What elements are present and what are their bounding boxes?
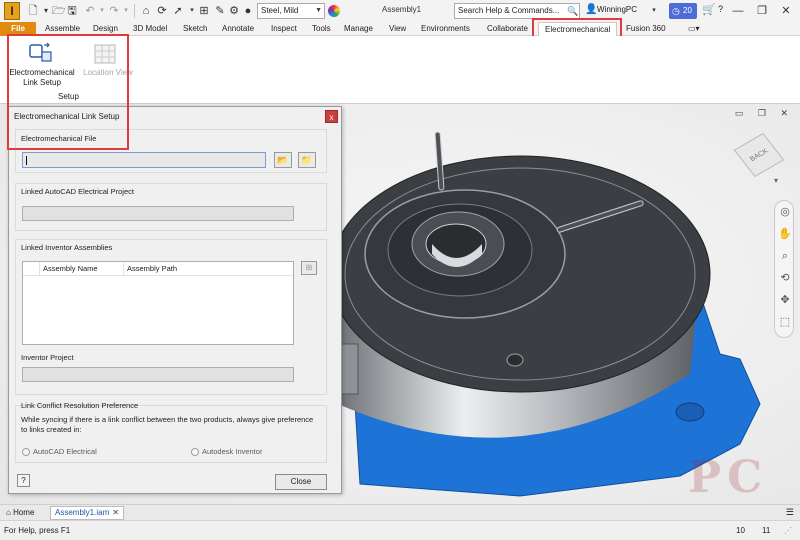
linked-autocad-field xyxy=(22,206,294,221)
viewcube-menu-icon[interactable]: ▾ xyxy=(774,176,778,185)
tab-environments[interactable]: Environments xyxy=(421,22,470,36)
steering-wheel-icon[interactable]: ◎ xyxy=(778,205,792,219)
tab-manage[interactable]: Manage xyxy=(344,22,373,36)
look-at-icon[interactable]: ✥ xyxy=(778,293,792,307)
label-linked-autocad: Linked AutoCAD Electrical Project xyxy=(21,187,134,196)
dialog-help-button[interactable]: ? xyxy=(17,474,30,487)
gear-icon[interactable]: ⚙ xyxy=(228,4,240,18)
toolbar-separator xyxy=(134,4,135,18)
clock-icon: ◷ xyxy=(672,6,680,16)
link-conflict-description: While syncing if there is a link conflic… xyxy=(21,415,314,434)
highlight-link-setup xyxy=(7,34,129,150)
tab-annotate[interactable]: Annotate xyxy=(222,22,254,36)
list-header: Assembly Name Assembly Path xyxy=(23,262,293,276)
tab-list-menu-icon[interactable]: ☰ xyxy=(786,507,794,518)
document-tab-assembly1[interactable]: Assembly1.iam ✕ xyxy=(50,506,124,520)
create-file-button[interactable]: 📁 xyxy=(298,152,316,168)
link-setup-dialog: Electromechanical Link Setup x Electrome… xyxy=(8,106,342,494)
ribbon-options-icon[interactable]: ▭▾ xyxy=(688,24,706,34)
cart-icon[interactable]: 🛒 xyxy=(702,3,716,16)
minimize-button[interactable]: — xyxy=(726,2,750,20)
radio-autocad-electrical[interactable] xyxy=(22,448,30,456)
help-icon[interactable]: ? xyxy=(718,4,723,14)
chevron-down-icon[interactable]: ▾ xyxy=(120,4,132,18)
trial-days-count: 20 xyxy=(683,6,692,15)
open-folder-icon[interactable]: 🗁 xyxy=(52,4,66,18)
document-tab-label: Assembly1.iam xyxy=(55,508,110,517)
title-bar: I 🗋 ▾ 🗁 🖫 ↶ ▾ ↷ ▾ ⌂ ⟳ ➚ ▾ ⊞ ✎ ⚙ ● Steel,… xyxy=(0,0,800,22)
home-icon[interactable]: ⌂ xyxy=(140,4,152,18)
label-inventor-project: Inventor Project xyxy=(21,353,74,362)
inventor-logo[interactable]: I xyxy=(4,2,20,20)
zoom-icon[interactable]: ⌕ xyxy=(778,249,792,263)
add-assembly-button[interactable]: ⊞ xyxy=(301,261,317,275)
chevron-down-icon[interactable]: ▾ xyxy=(40,4,52,18)
chevron-down-icon[interactable]: ▾ xyxy=(648,4,660,18)
radio-inventor-label: Autodesk Inventor xyxy=(202,447,263,456)
user-name[interactable]: WinningPC xyxy=(597,4,637,16)
new-file-icon[interactable]: 🗋 xyxy=(27,4,39,18)
chevron-down-icon[interactable]: ▾ xyxy=(96,4,108,18)
redo-icon[interactable]: ↷ xyxy=(108,4,120,18)
status-help-text: For Help, press F1 xyxy=(4,526,71,535)
column-assembly-name[interactable]: Assembly Name xyxy=(39,262,123,276)
annotate-icon[interactable]: ✎ xyxy=(214,4,226,18)
status-bar: For Help, press F1 10 11 ⋰ xyxy=(0,520,800,540)
inventor-assemblies-list[interactable]: Assembly Name Assembly Path xyxy=(22,261,294,345)
material-value: Steel, Mild xyxy=(261,6,299,15)
electromechanical-file-input[interactable] xyxy=(22,152,266,168)
dialog-close-icon[interactable]: x xyxy=(325,110,338,123)
tab-inspect[interactable]: Inspect xyxy=(271,22,297,36)
chevron-down-icon[interactable]: ▾ xyxy=(186,4,198,18)
radio-autocad-label: AutoCAD Electrical xyxy=(33,447,97,456)
tab-view[interactable]: View xyxy=(389,22,406,36)
trial-days-badge[interactable]: ◷ 20 xyxy=(669,3,697,19)
tab-3d-model[interactable]: 3D Model xyxy=(133,22,167,36)
chevron-down-icon: ▼ xyxy=(315,7,322,14)
measure-icon[interactable]: ⊞ xyxy=(198,4,210,18)
column-assembly-path[interactable]: Assembly Path xyxy=(123,262,293,276)
tab-fusion-360[interactable]: Fusion 360 xyxy=(626,22,666,36)
appearance-icon[interactable] xyxy=(328,5,340,17)
pc-watermark: PC xyxy=(688,452,769,503)
navigation-bar: ◎ ✋ ⌕ ⟲ ✥ ⬚ xyxy=(774,200,794,338)
status-value-1: 10 xyxy=(736,526,745,535)
resize-grip-icon[interactable]: ⋰ xyxy=(784,525,792,537)
inventor-project-field xyxy=(22,367,294,382)
pan-icon[interactable]: ✋ xyxy=(778,227,792,241)
label-link-conflict: Link Conflict Resolution Preference xyxy=(21,401,139,410)
help-search-input[interactable]: Search Help & Commands... xyxy=(454,3,580,19)
tab-collaborate[interactable]: Collaborate xyxy=(487,22,528,36)
search-icon[interactable]: 🔍 xyxy=(567,4,579,18)
document-title: Assembly1 xyxy=(382,5,422,14)
browse-file-button[interactable]: 📂 xyxy=(274,152,292,168)
close-window-button[interactable]: ✕ xyxy=(774,2,798,20)
dialog-close-button[interactable]: Close xyxy=(275,474,327,490)
radio-autodesk-inventor[interactable] xyxy=(191,448,199,456)
home-tab[interactable]: ⌂ Home xyxy=(6,507,34,519)
home-icon: ⌂ xyxy=(6,508,11,517)
restore-button[interactable]: ❐ xyxy=(750,2,774,20)
material-dropdown[interactable]: Steel, Mild ▼ xyxy=(257,3,325,19)
user-icon[interactable]: 👤 xyxy=(585,4,597,15)
update-icon[interactable]: ⟳ xyxy=(156,4,168,18)
document-tab-bar: ⌂ Home Assembly1.iam ✕ ☰ xyxy=(0,504,800,520)
text-caret xyxy=(26,156,27,165)
viewport-window-controls[interactable]: ▭ ❐ ✕ xyxy=(735,108,794,119)
status-value-2: 11 xyxy=(762,526,771,535)
undo-icon[interactable]: ↶ xyxy=(84,4,96,18)
mounting-hole xyxy=(675,402,705,422)
close-tab-icon[interactable]: ✕ xyxy=(112,507,119,519)
home-tab-label: Home xyxy=(13,508,35,517)
save-icon[interactable]: 🖫 xyxy=(66,4,78,18)
select-icon[interactable]: ➚ xyxy=(172,4,184,18)
tab-sketch[interactable]: Sketch xyxy=(183,22,207,36)
view-face-icon[interactable]: ⬚ xyxy=(778,315,792,329)
orbit-icon[interactable]: ⟲ xyxy=(778,271,792,285)
material-sphere-icon[interactable]: ● xyxy=(242,4,254,18)
tab-tools[interactable]: Tools xyxy=(312,22,331,36)
label-linked-inventor: Linked Inventor Assemblies xyxy=(21,243,113,252)
